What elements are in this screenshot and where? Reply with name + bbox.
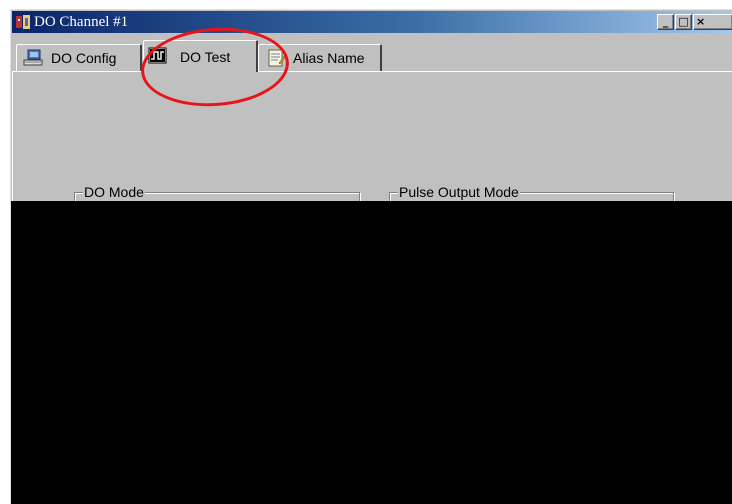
- network-config-icon: [23, 49, 43, 67]
- digital-signal-icon: [148, 47, 168, 65]
- window-title: DO Channel #1: [34, 14, 129, 30]
- notepad-icon: [267, 49, 287, 67]
- minimize-button[interactable]: _: [657, 14, 674, 30]
- maximize-button[interactable]: □: [675, 14, 692, 30]
- do-mode-label: DO Mode: [83, 183, 145, 201]
- tab-do-test[interactable]: DO Test: [143, 40, 258, 72]
- close-button[interactable]: ×: [693, 14, 732, 30]
- tab-alias-name[interactable]: Alias Name: [258, 44, 382, 71]
- tab-do-test-label: DO Test: [180, 49, 231, 65]
- title-bar[interactable]: DO Channel #1 _ □ ×: [12, 11, 732, 33]
- tab-do-config[interactable]: DO Config: [16, 44, 142, 71]
- pulse-output-mode-label: Pulse Output Mode: [398, 183, 520, 201]
- tab-do-config-label: DO Config: [51, 50, 117, 66]
- tab-alias-name-label: Alias Name: [293, 50, 365, 66]
- app-icon: [15, 14, 31, 30]
- redacted-region: [11, 201, 732, 504]
